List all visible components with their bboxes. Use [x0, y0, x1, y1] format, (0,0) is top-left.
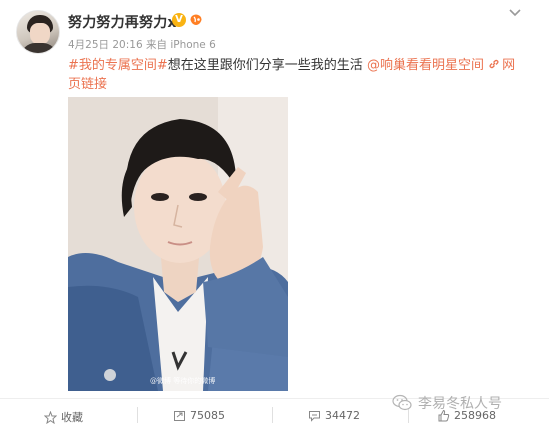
favorite-label: 收藏 [61, 411, 83, 424]
level-badge-icon [190, 14, 202, 25]
post-body-text: 想在这里跟你们分享一些我的生活 [167, 58, 363, 73]
wechat-watermark: 李易冬私人号 [392, 393, 502, 413]
repost-count: 75085 [190, 409, 225, 422]
repost-button[interactable]: 75085 [173, 409, 225, 422]
avatar[interactable] [16, 10, 60, 54]
vip-badge-icon: V [172, 13, 186, 27]
repost-icon [174, 411, 185, 421]
comment-icon [309, 411, 320, 422]
topic-link[interactable]: #我的专属空间# [68, 58, 168, 73]
mention-link[interactable]: @响巢看看明星空间 [367, 58, 484, 73]
web-link-label[interactable]: 网 [502, 58, 515, 73]
comment-count: 34472 [325, 409, 360, 422]
post-source[interactable]: iPhone 6 [170, 39, 215, 51]
comment-button[interactable]: 34472 [308, 409, 360, 422]
post-text: #我的专属空间#想在这里跟你们分享一些我的生活 @响巢看看明星空间 网 页链接 [68, 56, 528, 94]
username[interactable]: 努力努力再努力x [68, 12, 177, 32]
photo-illustration [68, 97, 288, 391]
divider [137, 407, 138, 423]
weibo-post: 努力努力再努力x V 4月25日 20:16 来自 iPhone 6 #我的专属… [0, 0, 549, 432]
source-prefix: 来自 [145, 39, 167, 51]
post-meta: 4月25日 20:16 来自 iPhone 6 [68, 37, 216, 52]
web-link-label-cont[interactable]: 页链接 [68, 77, 107, 92]
wechat-icon [392, 394, 412, 411]
post-photo[interactable] [68, 97, 288, 391]
favorite-button[interactable]: 收藏 [44, 409, 83, 425]
divider [272, 407, 273, 423]
wechat-watermark-text: 李易冬私人号 [418, 396, 502, 412]
star-icon [44, 410, 57, 424]
link-icon [489, 59, 499, 69]
post-time[interactable]: 4月25日 20:16 [68, 39, 143, 51]
menu-arrow-icon[interactable] [508, 8, 522, 18]
photo-watermark: @微博 等待你的微博 [150, 377, 216, 385]
